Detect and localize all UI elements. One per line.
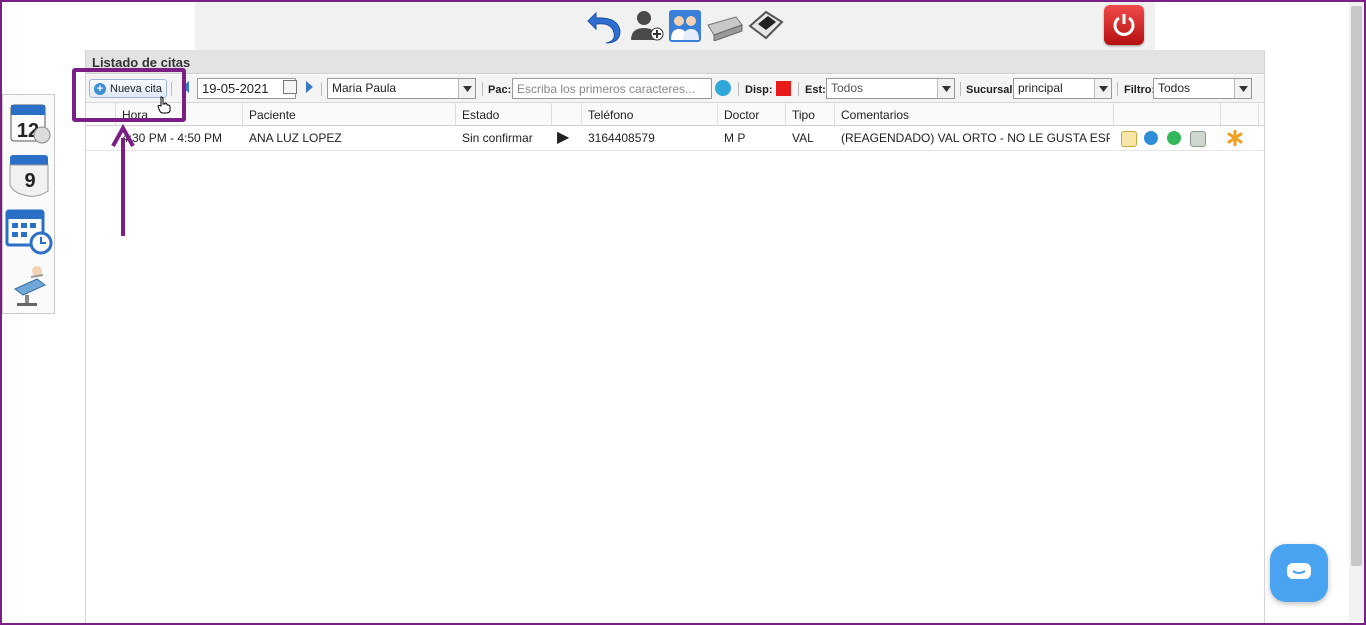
chevron-down-icon[interactable] [1094,79,1111,98]
appointments-panel: Listado de citas + Nueva cita 19-05-2021… [85,50,1265,625]
chat-icon[interactable] [1270,544,1328,602]
cell-tipo: VAL [792,131,814,145]
chevron-down-icon[interactable] [937,79,954,98]
patient-search-input[interactable]: Escriba los primeros caracteres... [512,78,712,99]
left-sidebar: 12 9 [2,94,55,314]
undo-icon[interactable] [585,6,625,46]
scrollbar-thumb[interactable] [1351,6,1362,566]
vertical-scrollbar[interactable] [1349,2,1364,621]
doctor-value: Maria Paula [332,81,397,95]
cell-telefono: 3164408579 [588,131,655,145]
cell-estado: Sin confirmar [462,131,533,145]
table-header: Hora Paciente Estado Teléfono Doctor Tip… [86,103,1264,126]
next-date-icon[interactable] [305,81,313,102]
separator [960,82,961,96]
column-header-paciente[interactable]: Paciente [243,103,456,125]
mail-icon[interactable] [1190,131,1206,147]
separator [482,82,483,96]
column-header-play[interactable] [552,103,582,125]
play-icon[interactable]: ▶ [552,126,582,150]
availability-color-box[interactable] [776,81,791,96]
power-icon[interactable] [1104,5,1144,45]
refresh-icon[interactable] [715,80,731,96]
column-header-telefono[interactable]: Teléfono [582,103,718,125]
branch-select[interactable]: principal [1013,78,1112,99]
separator [1117,82,1118,96]
edit-icon[interactable] [1121,131,1137,147]
column-header-estado[interactable]: Estado [456,103,552,125]
chevron-down-icon[interactable] [1234,79,1251,98]
table-row[interactable]: 4:30 PM - 4:50 PM ANA LUZ LOPEZ Sin conf… [86,126,1264,151]
prev-date-icon[interactable] [182,81,190,102]
disp-label: Disp: [745,84,773,96]
separator [321,82,322,96]
cell-doctor: M P [724,131,746,145]
pac-label: Pac: [488,84,512,96]
cell-paciente: ANA LUZ LOPEZ [249,131,342,145]
annotation-arrow [111,123,135,236]
new-appointment-label: Nueva cita [110,82,162,95]
panel-title: Listado de citas [86,50,1264,74]
reschedule-icon[interactable] [1144,131,1158,145]
filtro-label: Filtro: [1124,84,1156,96]
calendar-picker-icon[interactable] [283,80,297,94]
scanner-icon[interactable] [745,6,785,46]
patient-search-placeholder: Escriba los primeros caracteres... [517,82,696,96]
separator [171,82,172,96]
sucursal-label: Sucursal: [966,84,1017,96]
asterisk-icon[interactable] [1227,129,1243,147]
chevron-down-icon[interactable] [458,79,475,98]
column-header-extra [1221,103,1259,125]
date-value: 19-05-2021 [202,81,269,96]
top-toolbar [195,2,1155,50]
column-header-doctor[interactable]: Doctor [718,103,786,125]
filter-value: Todos [1158,81,1191,95]
column-header-tipo[interactable]: Tipo [786,103,835,125]
column-header-comentarios[interactable]: Comentarios [835,103,1114,125]
printer-icon[interactable] [705,6,745,46]
est-label: Est: [805,84,826,96]
plus-icon: + [94,82,106,95]
calendar-day-icon[interactable]: 12 [3,95,54,149]
calendar-number-icon[interactable]: 9 [3,149,54,203]
cell-comentarios: (REAGENDADO) VAL ORTO - NO LE GUSTA ESP.… [841,131,1110,145]
filter-toolbar: + Nueva cita 19-05-2021 Maria Paula Pac:… [86,75,1264,103]
users-icon[interactable] [665,6,705,46]
hand-cursor-icon [157,96,171,114]
svg-text:9: 9 [24,170,35,192]
dental-chair-icon[interactable] [3,257,54,311]
new-appointment-button[interactable]: + Nueva cita [89,79,167,98]
column-header-actions [1114,103,1221,125]
doctor-select[interactable]: Maria Paula [327,78,476,99]
filter-select[interactable]: Todos [1153,78,1252,99]
calendar-clock-icon[interactable] [3,203,54,257]
status-select[interactable]: Todos [826,78,955,99]
separator [738,82,739,96]
status-value: Todos [831,81,864,95]
separator [798,82,799,96]
date-input[interactable]: 19-05-2021 [197,78,296,99]
whatsapp-icon[interactable] [1167,131,1181,145]
branch-value: principal [1018,81,1063,95]
add-user-icon[interactable] [627,6,667,46]
